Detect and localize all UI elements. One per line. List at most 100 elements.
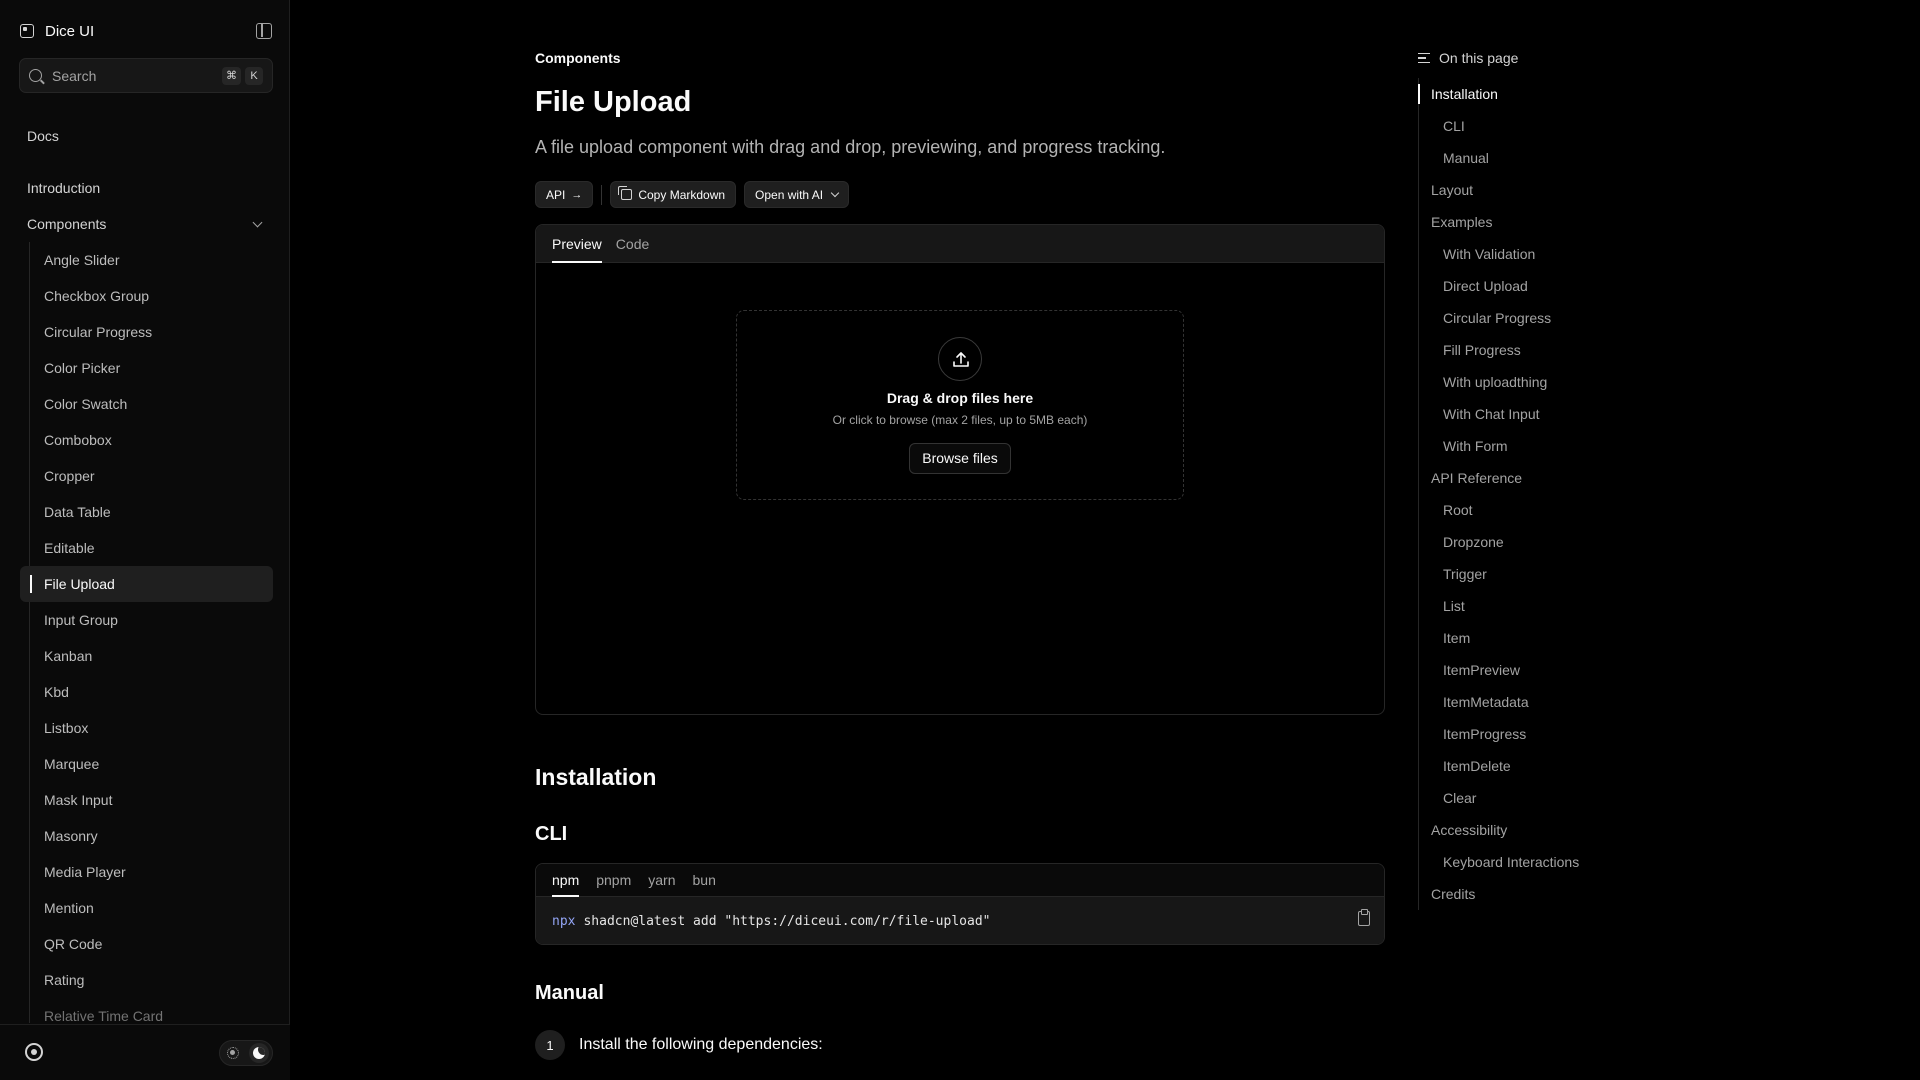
toc-item-circular-progress[interactable]: Circular Progress	[1419, 302, 1658, 334]
toc-item-with-validation[interactable]: With Validation	[1419, 238, 1658, 270]
sidebar-item-checkbox-group[interactable]: Checkbox Group	[30, 278, 273, 314]
sidebar-item-data-table[interactable]: Data Table	[30, 494, 273, 530]
toc-item-trigger[interactable]: Trigger	[1419, 558, 1658, 590]
toc-heading: On this page	[1439, 50, 1519, 66]
tab-yarn[interactable]: yarn	[648, 864, 675, 897]
toc-item-installation[interactable]: Installation	[1418, 78, 1658, 110]
logo-icon[interactable]	[20, 24, 34, 38]
sidebar-item-cropper[interactable]: Cropper	[30, 458, 273, 494]
browse-files-button[interactable]: Browse files	[909, 443, 1011, 474]
sidebar-item-combobox[interactable]: Combobox	[30, 422, 273, 458]
search-input[interactable]: Search ⌘ K	[19, 58, 273, 93]
sidebar-item-docs[interactable]: Docs	[19, 118, 273, 154]
toc-item-direct-upload[interactable]: Direct Upload	[1419, 270, 1658, 302]
tab-pnpm[interactable]: pnpm	[596, 864, 631, 897]
github-icon[interactable]	[25, 1043, 43, 1061]
sidebar-item-media-player[interactable]: Media Player	[30, 854, 273, 890]
sidebar-toggle-icon[interactable]	[256, 23, 272, 39]
tab-bun[interactable]: bun	[693, 864, 716, 897]
toc-item-credits[interactable]: Credits	[1419, 878, 1658, 910]
upload-icon	[938, 337, 982, 381]
sidebar-item-circular-progress[interactable]: Circular Progress	[30, 314, 273, 350]
toc-item-with-uploadthing[interactable]: With uploadthing	[1419, 366, 1658, 398]
tab-npm[interactable]: npm	[552, 864, 580, 897]
toc-item-itempreview[interactable]: ItemPreview	[1419, 654, 1658, 686]
chevron-down-icon	[252, 217, 263, 227]
sidebar-item-input-group[interactable]: Input Group	[30, 602, 273, 638]
toc-item-root[interactable]: Root	[1419, 494, 1658, 526]
chevron-down-icon	[830, 188, 840, 198]
api-button-label: API	[546, 187, 566, 202]
page-description: A file upload component with drag and dr…	[535, 137, 1166, 157]
copy-markdown-button[interactable]: Copy Markdown	[610, 181, 737, 208]
toc-item-fill-progress[interactable]: Fill Progress	[1419, 334, 1658, 366]
tab-preview[interactable]: Preview	[552, 225, 602, 263]
command-prefix: npx	[552, 913, 576, 929]
toc-item-with-chat-input[interactable]: With Chat Input	[1419, 398, 1658, 430]
toc-item-itemprogress[interactable]: ItemProgress	[1419, 718, 1658, 750]
breadcrumb[interactable]: Components	[535, 50, 621, 66]
app-root: Dice UI Search ⌘ K Docs Introduction Com…	[0, 0, 1920, 1080]
tab-code[interactable]: Code	[616, 225, 649, 263]
file-dropzone[interactable]: Drag & drop files here Or click to brows…	[736, 310, 1184, 500]
install-command[interactable]: npx shadcn@latest add "https://diceui.co…	[536, 897, 1384, 944]
toc-item-dropzone[interactable]: Dropzone	[1419, 526, 1658, 558]
toc-item-list[interactable]: List	[1419, 590, 1658, 622]
toc-item-layout[interactable]: Layout	[1419, 174, 1658, 206]
kbd-k: K	[245, 66, 263, 85]
preview-panel: Preview Code Drag & drop files here Or c…	[535, 224, 1385, 715]
sidebar-group-components[interactable]: Components	[19, 206, 273, 242]
toc-item-api-reference[interactable]: API Reference	[1419, 462, 1658, 494]
toc-item-keyboard-interactions[interactable]: Keyboard Interactions	[1419, 846, 1658, 878]
toc-item-manual[interactable]: Manual	[1419, 142, 1658, 174]
main-content: Components File Upload A file upload com…	[535, 0, 1385, 1080]
clipboard-icon[interactable]	[1358, 909, 1370, 926]
toc-item-with-form[interactable]: With Form	[1419, 430, 1658, 462]
sidebar-item-listbox[interactable]: Listbox	[30, 710, 273, 746]
sidebar-header: Dice UI	[20, 20, 272, 42]
dropzone-subtitle: Or click to browse (max 2 files, up to 5…	[832, 413, 1088, 427]
manual-heading: Manual	[535, 982, 604, 1004]
sidebar-item-kanban[interactable]: Kanban	[30, 638, 273, 674]
sidebar-item-mention[interactable]: Mention	[30, 890, 273, 926]
copy-icon	[618, 186, 633, 200]
cli-heading: CLI	[535, 823, 568, 845]
api-button[interactable]: API →	[535, 181, 594, 208]
sidebar-item-introduction[interactable]: Introduction	[19, 170, 273, 206]
sidebar-item-masonry[interactable]: Masonry	[30, 818, 273, 854]
theme-toggle[interactable]	[219, 1040, 273, 1066]
step-1: 1 Install the following dependencies:	[535, 1030, 823, 1060]
app-title[interactable]: Dice UI	[45, 23, 94, 40]
sidebar: Dice UI Search ⌘ K Docs Introduction Com…	[0, 0, 290, 1080]
toc-item-accessibility[interactable]: Accessibility	[1419, 814, 1658, 846]
step-number: 1	[535, 1030, 565, 1060]
search-placeholder: Search	[52, 67, 97, 84]
preview-tabs: Preview Code	[536, 225, 1384, 263]
sidebar-item-color-picker[interactable]: Color Picker	[30, 350, 273, 386]
open-with-ai-button[interactable]: Open with AI	[744, 181, 850, 208]
page-title: File Upload	[535, 86, 692, 118]
open-with-ai-label: Open with AI	[755, 187, 824, 202]
toc-item-cli[interactable]: CLI	[1419, 110, 1658, 142]
toc-item-item[interactable]: Item	[1419, 622, 1658, 654]
sidebar-item-mask-input[interactable]: Mask Input	[30, 782, 273, 818]
sidebar-item-file-upload[interactable]: File Upload	[20, 566, 273, 602]
toc-item-clear[interactable]: Clear	[1419, 782, 1658, 814]
toc-item-examples[interactable]: Examples	[1419, 206, 1658, 238]
sidebar-item-marquee[interactable]: Marquee	[30, 746, 273, 782]
sidebar-item-qr-code[interactable]: QR Code	[30, 926, 273, 962]
sidebar-item-angle-slider[interactable]: Angle Slider	[30, 242, 273, 278]
list-icon	[1418, 53, 1430, 63]
dark-mode-button[interactable]	[249, 1043, 269, 1063]
sidebar-item-editable[interactable]: Editable	[30, 530, 273, 566]
toc-item-itemmetadata[interactable]: ItemMetadata	[1419, 686, 1658, 718]
toc-item-itemdelete[interactable]: ItemDelete	[1419, 750, 1658, 782]
sidebar-item-relative-time-card[interactable]: Relative Time Card	[30, 998, 273, 1023]
sidebar-item-kbd[interactable]: Kbd	[30, 674, 273, 710]
sidebar-item-color-swatch[interactable]: Color Swatch	[30, 386, 273, 422]
sun-icon[interactable]	[227, 1047, 239, 1059]
sidebar-item-rating[interactable]: Rating	[30, 962, 273, 998]
sidebar-component-list: Angle Slider Checkbox Group Circular Progr…	[20, 242, 273, 1023]
table-of-contents: On this page Installation CLI Manual Layout…	[1418, 48, 1658, 910]
